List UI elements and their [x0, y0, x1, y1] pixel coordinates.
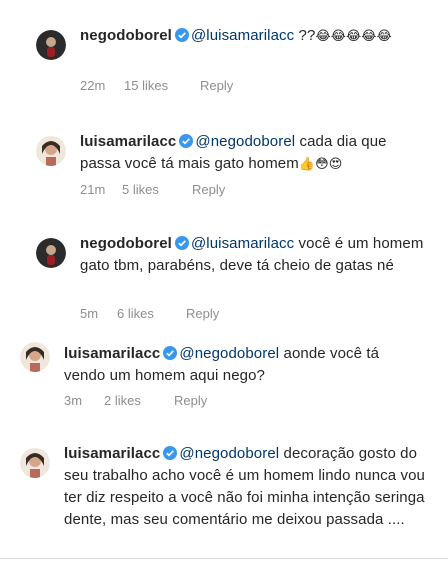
- comment-text: ??: [298, 27, 316, 44]
- mention-link[interactable]: @luisamarilacc: [191, 27, 294, 44]
- avatar[interactable]: [20, 448, 50, 478]
- username[interactable]: negodoborel: [80, 27, 172, 44]
- username[interactable]: luisamarilacc: [64, 345, 160, 362]
- reply-button[interactable]: Reply: [192, 182, 225, 197]
- comment-time: 21m: [80, 182, 106, 197]
- likes-count[interactable]: 6 likes: [117, 306, 186, 321]
- reply-button[interactable]: Reply: [174, 393, 207, 408]
- username[interactable]: luisamarilacc: [64, 445, 160, 462]
- verified-badge-icon: [179, 134, 194, 148]
- mention-link[interactable]: @luisamarilacc: [191, 235, 294, 252]
- comment-time: 3m: [64, 393, 83, 408]
- reply-button[interactable]: Reply: [200, 78, 233, 93]
- comment-time: 5m: [80, 306, 99, 321]
- avatar[interactable]: [20, 342, 50, 372]
- verified-badge-icon: [174, 28, 189, 42]
- mention-link[interactable]: @negodoborel: [179, 345, 279, 362]
- mention-link[interactable]: @negodoborel: [195, 133, 295, 150]
- likes-count[interactable]: 2 likes: [104, 393, 174, 408]
- divider: [0, 558, 448, 559]
- avatar[interactable]: [36, 238, 66, 268]
- username[interactable]: luisamarilacc: [80, 133, 176, 150]
- reply-button[interactable]: Reply: [186, 306, 219, 321]
- verified-badge-icon: [163, 346, 178, 360]
- likes-count[interactable]: 15 likes: [124, 78, 200, 93]
- mention-link[interactable]: @negodoborel: [179, 445, 279, 462]
- comment-emoji: 😂😂😂😂😂: [315, 29, 392, 44]
- comment-emoji: 👍😳😍: [298, 157, 343, 172]
- verified-badge-icon: [174, 236, 189, 250]
- avatar[interactable]: [36, 136, 66, 166]
- likes-count[interactable]: 5 likes: [122, 182, 192, 197]
- avatar[interactable]: [36, 30, 66, 60]
- comment-time: 22m: [80, 78, 106, 93]
- verified-badge-icon: [163, 446, 178, 460]
- username[interactable]: negodoborel: [80, 235, 172, 252]
